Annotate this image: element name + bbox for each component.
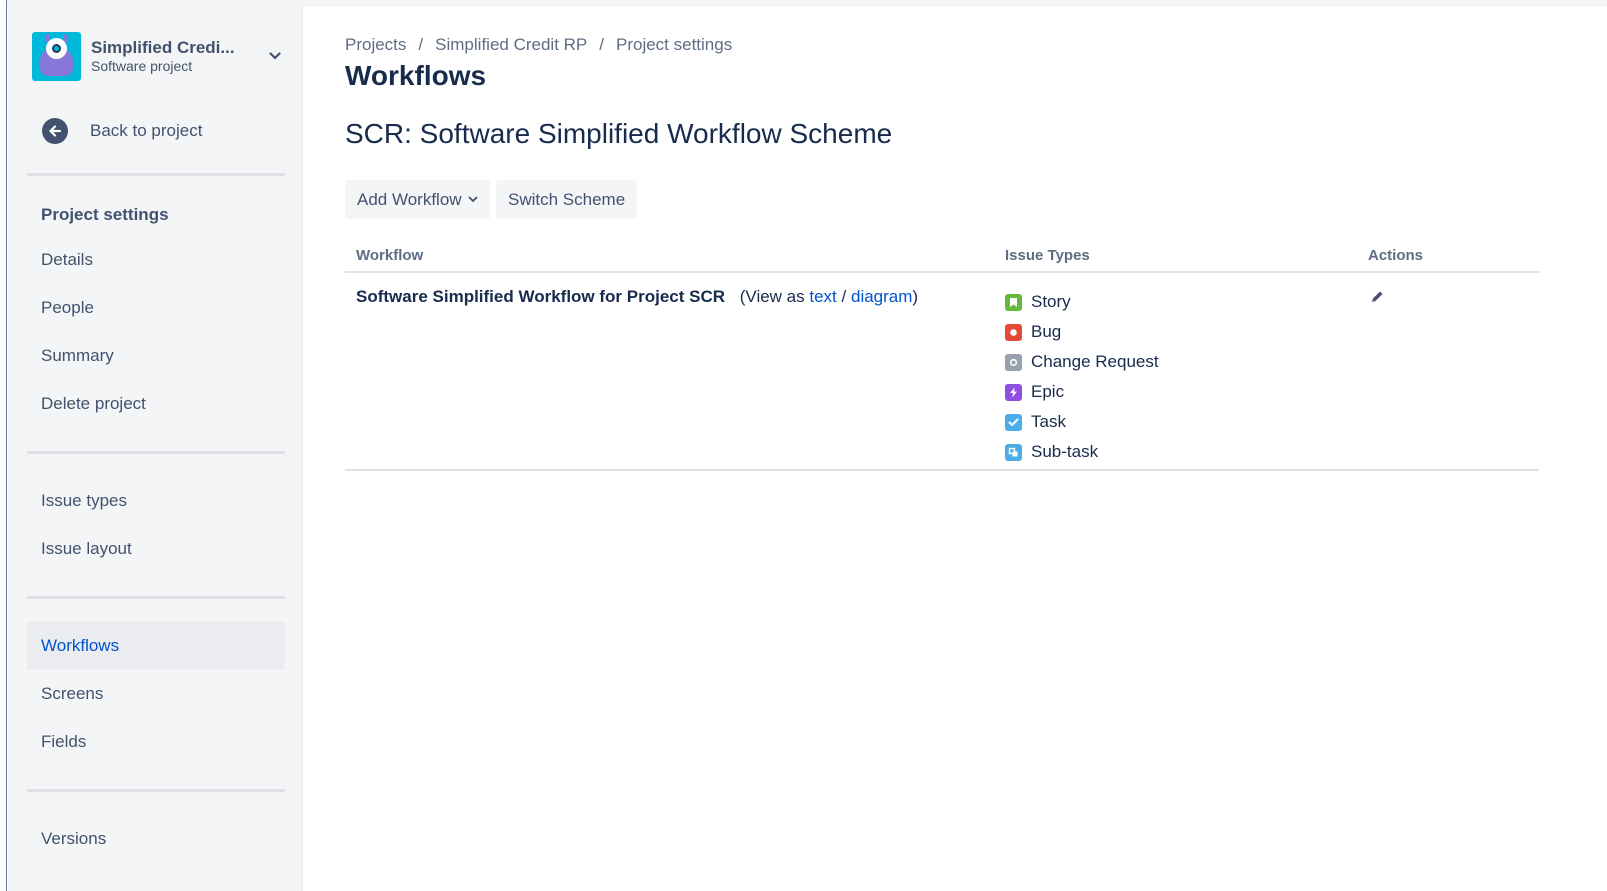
list-item: Task (1005, 407, 1159, 437)
list-item: Story (1005, 287, 1159, 317)
app-frame: Simplified Credi... Software project Bac… (0, 0, 1607, 891)
chevron-down-icon[interactable] (268, 49, 282, 63)
project-type: Software project (91, 57, 193, 74)
project-name: Simplified Credi... (91, 37, 235, 57)
sidebar-item-summary[interactable]: Summary (27, 332, 285, 380)
workflow-name: Software Simplified Workflow for Project… (356, 287, 726, 306)
table-header: Workflow Issue Types Actions (345, 245, 1539, 273)
breadcrumb-separator: / (599, 35, 604, 54)
section-title-project-settings: Project settings (41, 205, 169, 224)
add-workflow-label: Add Workflow (357, 189, 462, 209)
top-bar-strip (7, 0, 1607, 7)
breadcrumb-projects[interactable]: Projects (345, 35, 406, 55)
scheme-title: SCR: Software Simplified Workflow Scheme (345, 118, 893, 149)
subtask-icon (1005, 443, 1022, 461)
column-header-workflow: Workflow (356, 247, 424, 264)
sidebar-divider (27, 451, 285, 454)
story-icon (1005, 293, 1022, 311)
column-header-issue-types: Issue Types (1005, 247, 1090, 264)
sidebar-divider (27, 596, 285, 599)
back-to-project-link[interactable]: Back to project (42, 117, 202, 145)
view-as-suffix: ) (912, 287, 919, 306)
workflow-cell: Software Simplified Workflow for Project… (356, 287, 918, 307)
view-as-diagram-link[interactable]: diagram (851, 287, 912, 306)
main-content: Projects / Simplified Credit RP / Projec… (345, 7, 1585, 891)
column-header-actions: Actions (1368, 247, 1424, 264)
sidebar-item-details[interactable]: Details (27, 236, 285, 284)
view-as-text-link[interactable]: text (809, 287, 836, 306)
back-to-project-label: Back to project (90, 121, 203, 140)
bug-icon (1005, 323, 1022, 341)
change-request-icon (1005, 353, 1022, 371)
breadcrumb-project[interactable]: Simplified Credit RP (435, 35, 587, 55)
breadcrumb: Projects / Simplified Credit RP / Projec… (345, 35, 732, 55)
issue-types-list: Story Bug Change Request Epic Task Sub-t… (1005, 287, 1159, 467)
list-item: Bug (1005, 317, 1159, 347)
issue-type-label: Sub-task (1031, 442, 1099, 461)
sidebar-divider (27, 789, 285, 792)
issue-type-label: Bug (1031, 322, 1062, 341)
sidebar-item-delete-project[interactable]: Delete project (27, 380, 285, 428)
list-item: Change Request (1005, 347, 1159, 377)
switch-scheme-button[interactable]: Switch Scheme (496, 180, 638, 219)
sidebar-item-issue-types[interactable]: Issue types (27, 477, 285, 525)
project-switcher[interactable]: Simplified Credi... Software project (32, 31, 282, 81)
view-as-separator: / (841, 287, 847, 306)
list-item: Epic (1005, 377, 1159, 407)
sidebar-divider (27, 173, 285, 176)
edit-pencil-icon[interactable] (1369, 289, 1385, 310)
issue-type-label: Story (1031, 292, 1071, 311)
task-icon (1005, 413, 1022, 431)
chevron-down-icon (468, 196, 478, 203)
view-as-prefix: (View as (739, 287, 805, 306)
sidebar-item-fields[interactable]: Fields (27, 718, 285, 766)
window-edge (0, 0, 7, 891)
epic-icon (1005, 383, 1022, 401)
project-avatar (32, 31, 81, 81)
sidebar: Simplified Credi... Software project Bac… (8, 7, 303, 891)
list-item: Sub-task (1005, 437, 1159, 467)
sidebar-item-issue-layout[interactable]: Issue layout (27, 525, 285, 573)
add-workflow-button[interactable]: Add Workflow (345, 180, 490, 219)
sidebar-item-versions[interactable]: Versions (27, 815, 285, 863)
sidebar-item-screens[interactable]: Screens (27, 670, 285, 718)
issue-type-label: Change Request (1031, 352, 1159, 371)
sidebar-item-people[interactable]: People (27, 284, 285, 332)
issue-type-label: Task (1031, 412, 1066, 431)
issue-type-label: Epic (1031, 382, 1065, 401)
table-row: Software Simplified Workflow for Project… (345, 275, 1539, 471)
breadcrumb-project-settings[interactable]: Project settings (616, 35, 732, 55)
breadcrumb-separator: / (418, 35, 424, 54)
page-title: Workflows (345, 60, 487, 91)
view-as-group: (View as text / diagram) (740, 287, 918, 306)
sidebar-item-workflows[interactable]: Workflows (27, 622, 285, 670)
arrow-left-circle-icon (42, 118, 68, 144)
